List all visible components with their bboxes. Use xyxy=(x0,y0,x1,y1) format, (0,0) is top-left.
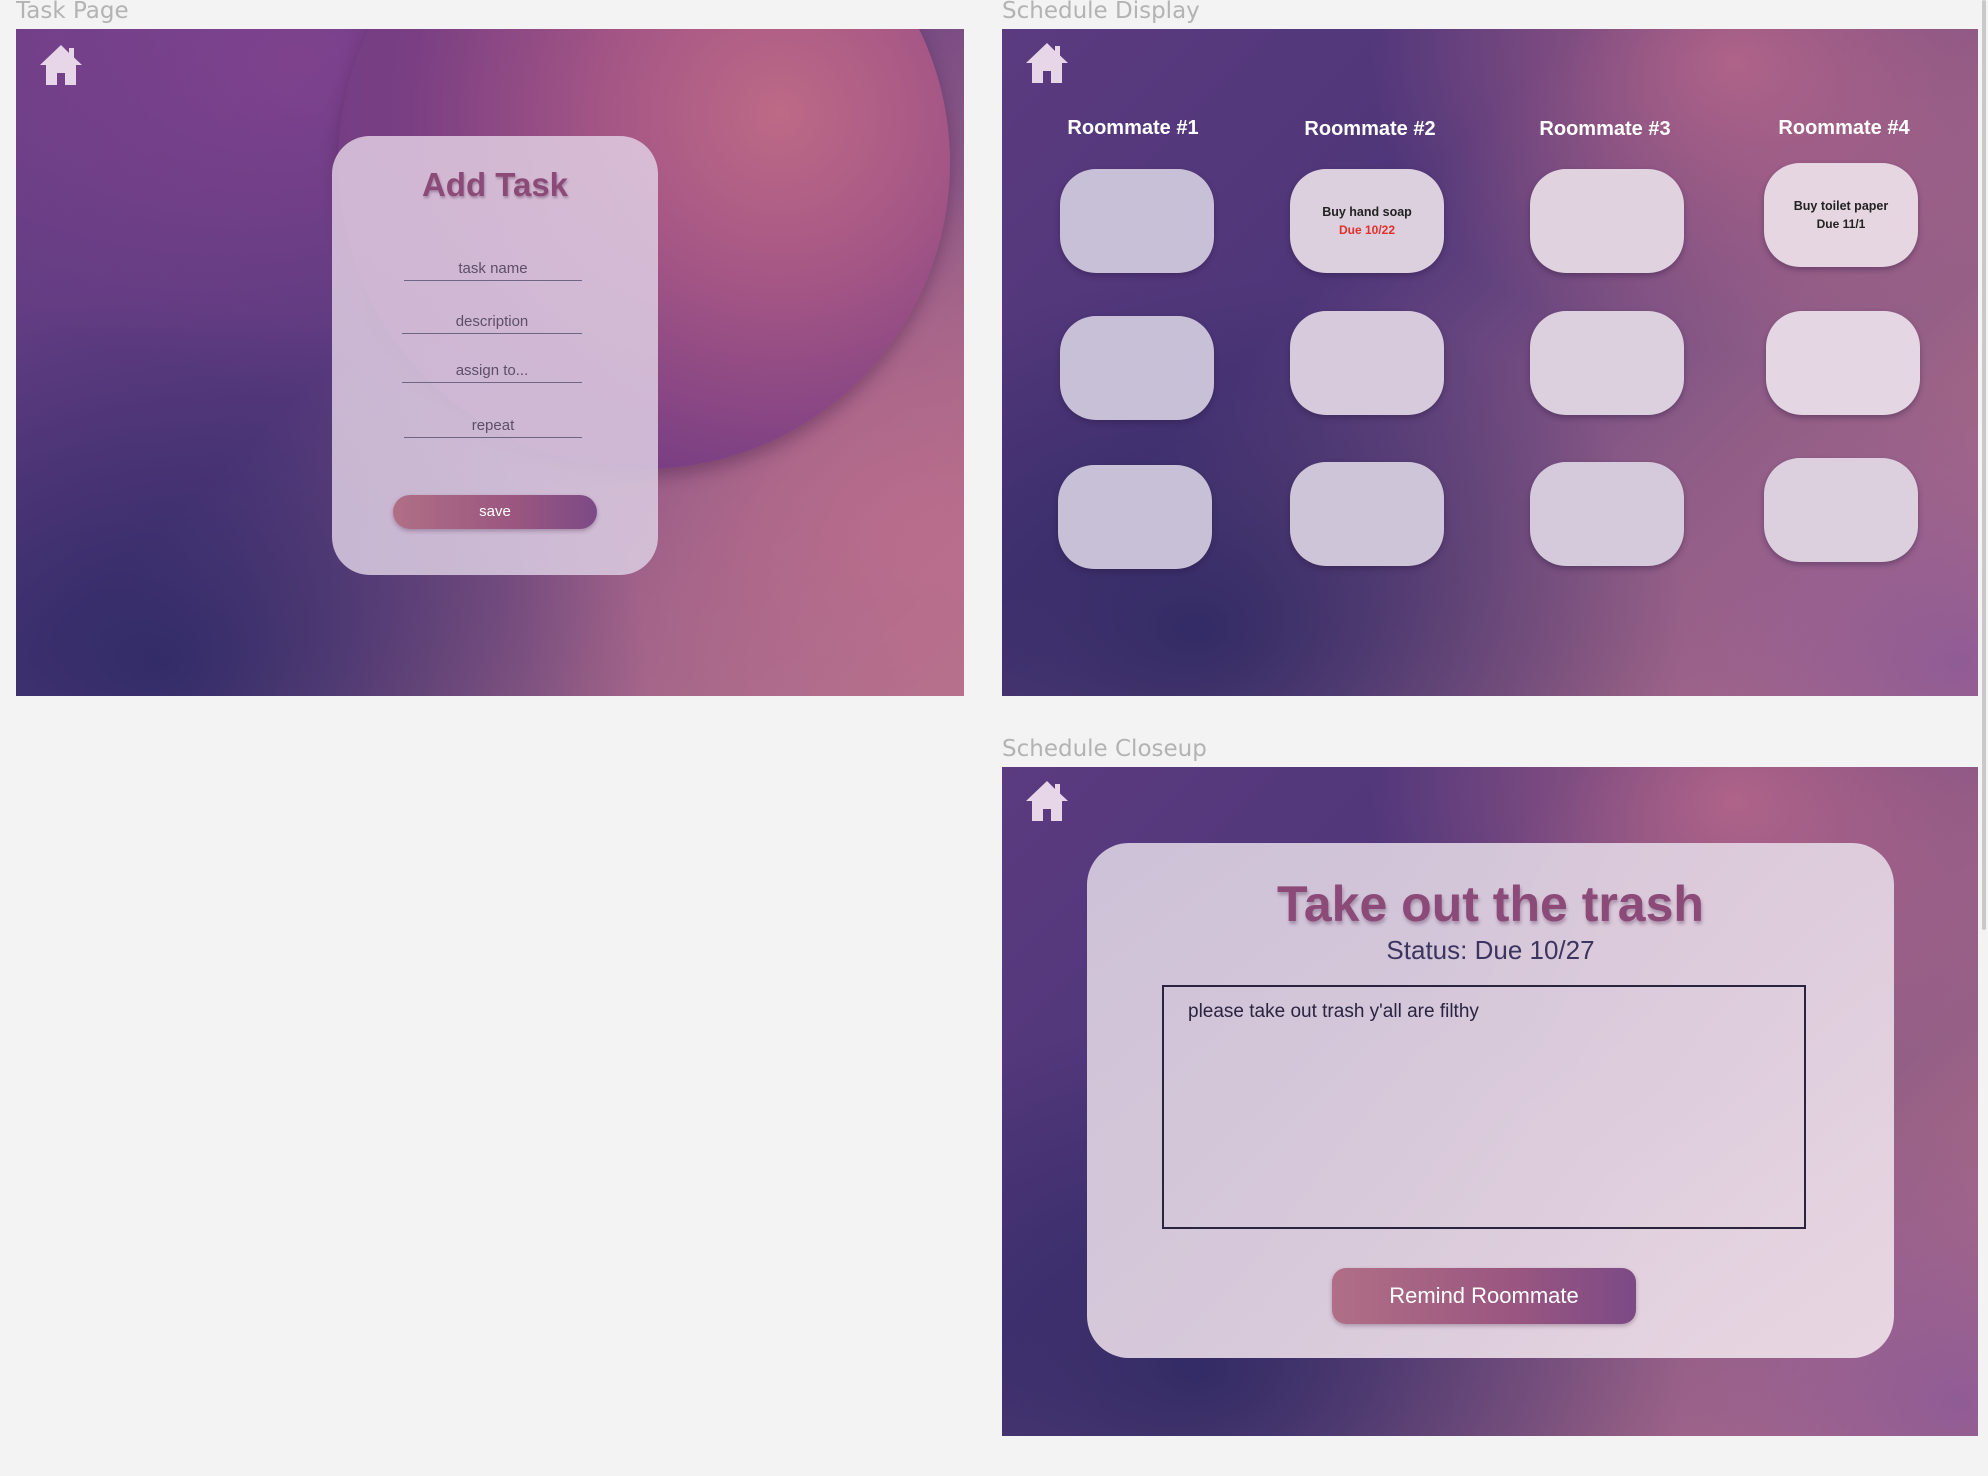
roommate-3-header: Roommate #3 xyxy=(1539,118,1671,140)
task-slot-rm2-r3[interactable] xyxy=(1290,462,1444,566)
task-page-frame: Add Task task name description assign to… xyxy=(16,29,964,696)
task-slot-rm3-r1[interactable] xyxy=(1530,169,1684,273)
roommate-2-header: Roommate #2 xyxy=(1304,118,1436,140)
schedule-display-frame: Roommate #1 Roommate #2 Roommate #3 Room… xyxy=(1002,29,1978,696)
remind-roommate-button[interactable]: Remind Roommate xyxy=(1332,1268,1636,1324)
save-button[interactable]: save xyxy=(393,495,597,529)
frame-label-task-page: Task Page xyxy=(16,0,129,24)
task-status: Status: Due 10/27 xyxy=(1386,935,1595,965)
assign-to-field[interactable]: assign to... xyxy=(402,362,582,383)
task-title: Take out the trash xyxy=(1277,876,1704,932)
task-slot-rm2-r2[interactable] xyxy=(1290,311,1444,415)
schedule-closeup-frame: Take out the trash Status: Due 10/27 ple… xyxy=(1002,767,1978,1436)
task-slot-rm3-r3[interactable] xyxy=(1530,462,1684,566)
home-icon[interactable] xyxy=(38,43,84,87)
add-task-title: Add Task xyxy=(421,166,569,203)
roommate-1-header: Roommate #1 xyxy=(1067,117,1199,139)
description-field[interactable]: description xyxy=(402,313,582,334)
task-slot-rm4-r2[interactable] xyxy=(1766,311,1920,415)
add-task-card: Add Task task name description assign to… xyxy=(332,136,658,575)
scrollbar[interactable] xyxy=(1982,0,1986,930)
task-due: Due 11/1 xyxy=(1816,217,1866,231)
task-slot-rm4-r1[interactable]: Buy toilet paper Due 11/1 xyxy=(1764,163,1918,267)
roommate-4-header: Roommate #4 xyxy=(1778,117,1910,139)
task-slot-rm1-r3[interactable] xyxy=(1058,465,1212,569)
repeat-field[interactable]: repeat xyxy=(404,417,582,438)
task-slot-rm1-r2[interactable] xyxy=(1060,316,1214,420)
frame-label-schedule-closeup: Schedule Closeup xyxy=(1002,736,1207,762)
task-due-overdue: Due 10/22 xyxy=(1338,223,1396,237)
task-slot-rm1-r1[interactable] xyxy=(1060,169,1214,273)
task-description-box[interactable]: please take out trash y'all are filthy xyxy=(1162,985,1806,1229)
task-name-field[interactable]: task name xyxy=(404,260,582,281)
task-name: Buy toilet paper xyxy=(1793,199,1889,213)
task-slot-rm3-r2[interactable] xyxy=(1530,311,1684,415)
home-icon[interactable] xyxy=(1024,779,1070,823)
frame-label-schedule-display: Schedule Display xyxy=(1002,0,1200,24)
task-closeup-card: Take out the trash Status: Due 10/27 ple… xyxy=(1087,843,1894,1358)
task-name: Buy hand soap xyxy=(1322,205,1412,219)
task-slot-rm4-r3[interactable] xyxy=(1764,458,1918,562)
home-icon[interactable] xyxy=(1024,41,1070,85)
task-slot-rm2-r1[interactable]: Buy hand soap Due 10/22 xyxy=(1290,169,1444,273)
